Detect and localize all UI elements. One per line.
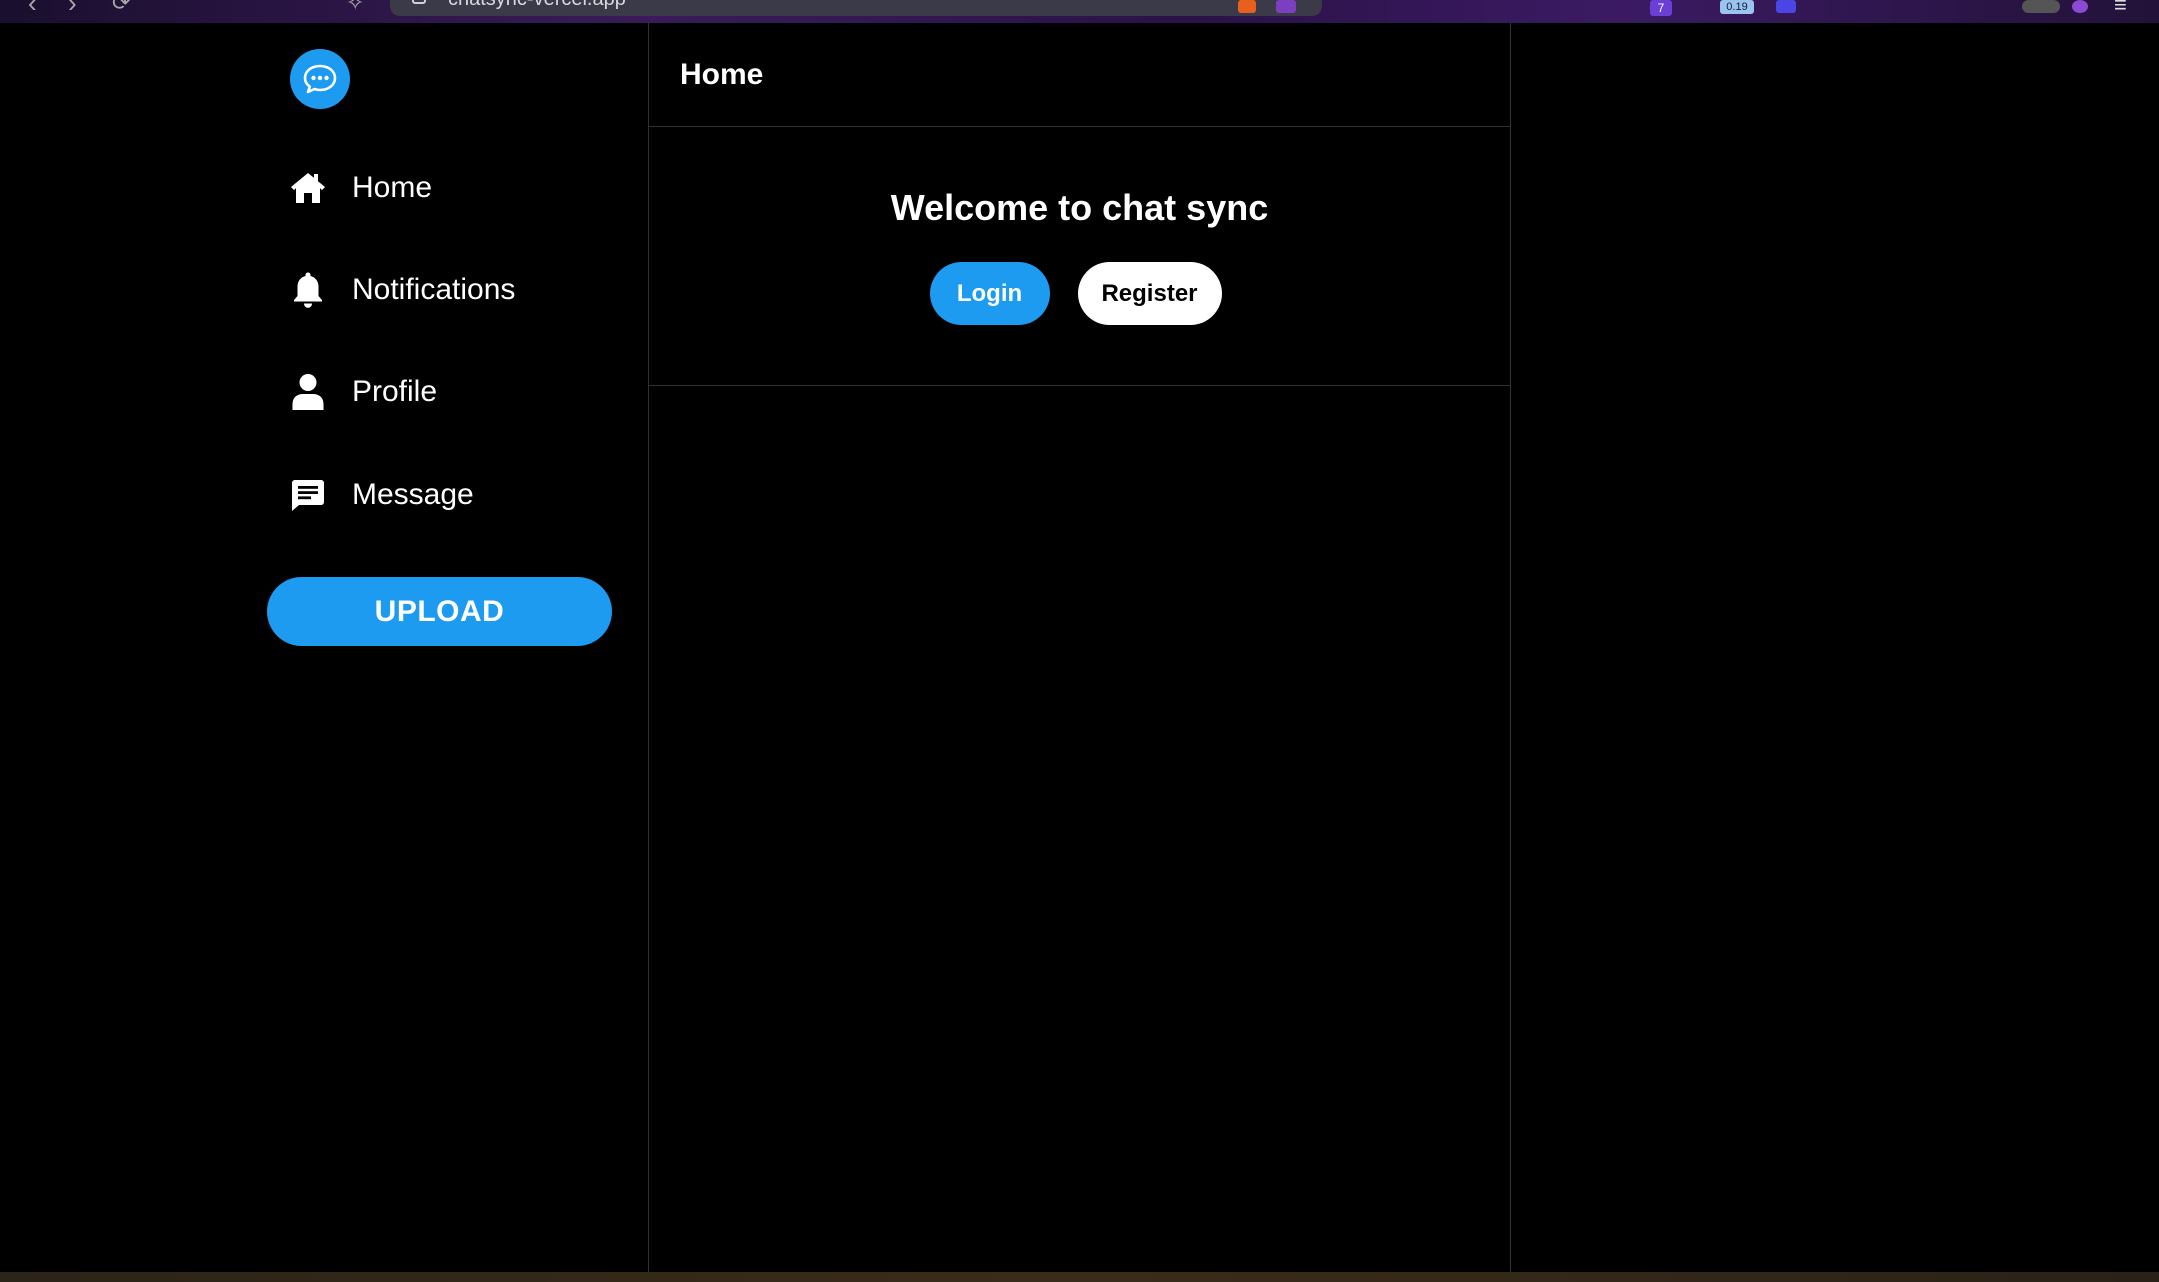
page-header: Home [649,23,1510,127]
sidebar-item-profile[interactable]: Profile [290,362,437,422]
taskbar-edge [0,1272,2159,1282]
upload-button[interactable]: UPLOAD [267,577,612,646]
forward-icon[interactable]: › [68,0,77,16]
welcome-heading: Welcome to chat sync [890,187,1269,228]
welcome-panel: Welcome to chat sync Login Register [649,127,1510,386]
sidebar-item-notifications[interactable]: Notifications [290,260,515,320]
rewards-icon[interactable] [1276,0,1296,13]
sidebar-item-label: Home [352,171,433,204]
home-icon [290,170,326,206]
register-button[interactable]: Register [1077,262,1222,325]
address-bar[interactable]: chatsync-vercel.app [390,0,1322,16]
user-icon [290,374,326,410]
browser-toolbar: ‹ › ⟳ ✧ chatsync-vercel.app 7 0.19 ≡ [0,0,2159,23]
message-icon [290,477,326,513]
brave-shield-icon[interactable] [1238,0,1256,13]
profile-icon[interactable] [2022,0,2060,13]
sidebar-item-label: Profile [352,375,438,408]
url-text: chatsync-vercel.app [448,0,626,10]
bookmark-icon[interactable]: ✧ [346,0,364,16]
sidebar-item-home[interactable]: Home [290,158,432,218]
main-column: Home Welcome to chat sync Login Register [648,23,1511,1272]
reload-icon[interactable]: ⟳ [112,0,130,16]
sidebar-item-label: Notifications [352,273,516,306]
back-icon[interactable]: ‹ [28,0,37,16]
wallet-icon[interactable] [2072,0,2088,13]
site-info-icon[interactable] [412,0,426,4]
bell-icon [290,272,326,308]
extension-counter[interactable]: 0.19 [1720,0,1754,14]
extension-badge[interactable]: 7 [1650,0,1672,16]
sidebar-item-label: Message [352,478,474,511]
page-title: Home [680,57,764,91]
chat-bubble-icon [303,64,337,94]
sidebar: Home Notifications Profile Message UPLOA… [0,23,648,1272]
logo[interactable] [290,49,350,109]
auth-buttons: Login Register [649,262,1510,325]
sidebar-item-message[interactable]: Message [290,465,474,525]
login-button[interactable]: Login [929,262,1050,325]
menu-icon[interactable]: ≡ [2114,0,2127,18]
extension-icon[interactable] [1776,0,1796,13]
